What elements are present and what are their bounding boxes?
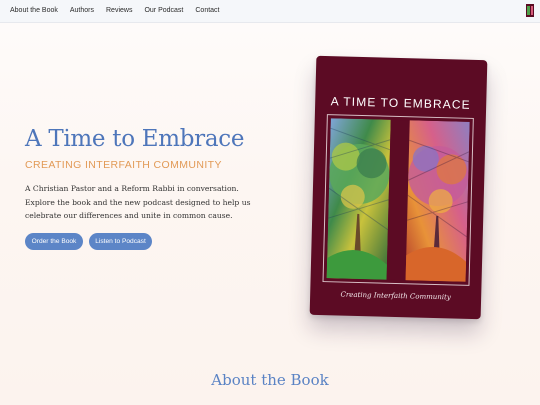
stained-glass-trees-image bbox=[326, 118, 470, 282]
book-thumbnail-icon[interactable] bbox=[526, 4, 534, 17]
nav-contact[interactable]: Contact bbox=[195, 7, 219, 14]
about-the-book-heading: About the Book bbox=[211, 371, 329, 389]
order-the-book-button[interactable]: Order the Book bbox=[25, 233, 83, 250]
top-navigation: About the Book Authors Reviews Our Podca… bbox=[0, 0, 540, 23]
hero-description: A Christian Pastor and a Reform Rabbi in… bbox=[25, 184, 251, 220]
listen-to-podcast-button[interactable]: Listen to Podcast bbox=[89, 233, 152, 250]
book-cover[interactable]: A TIME TO EMBRACE Creating Interfaith Co… bbox=[309, 55, 488, 320]
nav-our-podcast[interactable]: Our Podcast bbox=[144, 7, 183, 14]
book-cover-title: A TIME TO EMBRACE bbox=[330, 94, 471, 112]
nav-authors[interactable]: Authors bbox=[70, 7, 94, 14]
nav-links: About the Book Authors Reviews Our Podca… bbox=[10, 7, 220, 14]
hero-title: A Time to Embrace bbox=[25, 126, 245, 152]
book-cover-art-frame bbox=[322, 114, 474, 286]
book-cover-subtitle: Creating Interfaith Community bbox=[340, 290, 451, 302]
nav-reviews[interactable]: Reviews bbox=[106, 7, 132, 14]
hero-subtitle: CREATING INTERFAITH COMMUNITY bbox=[25, 159, 222, 171]
nav-about-the-book[interactable]: About the Book bbox=[10, 7, 58, 14]
